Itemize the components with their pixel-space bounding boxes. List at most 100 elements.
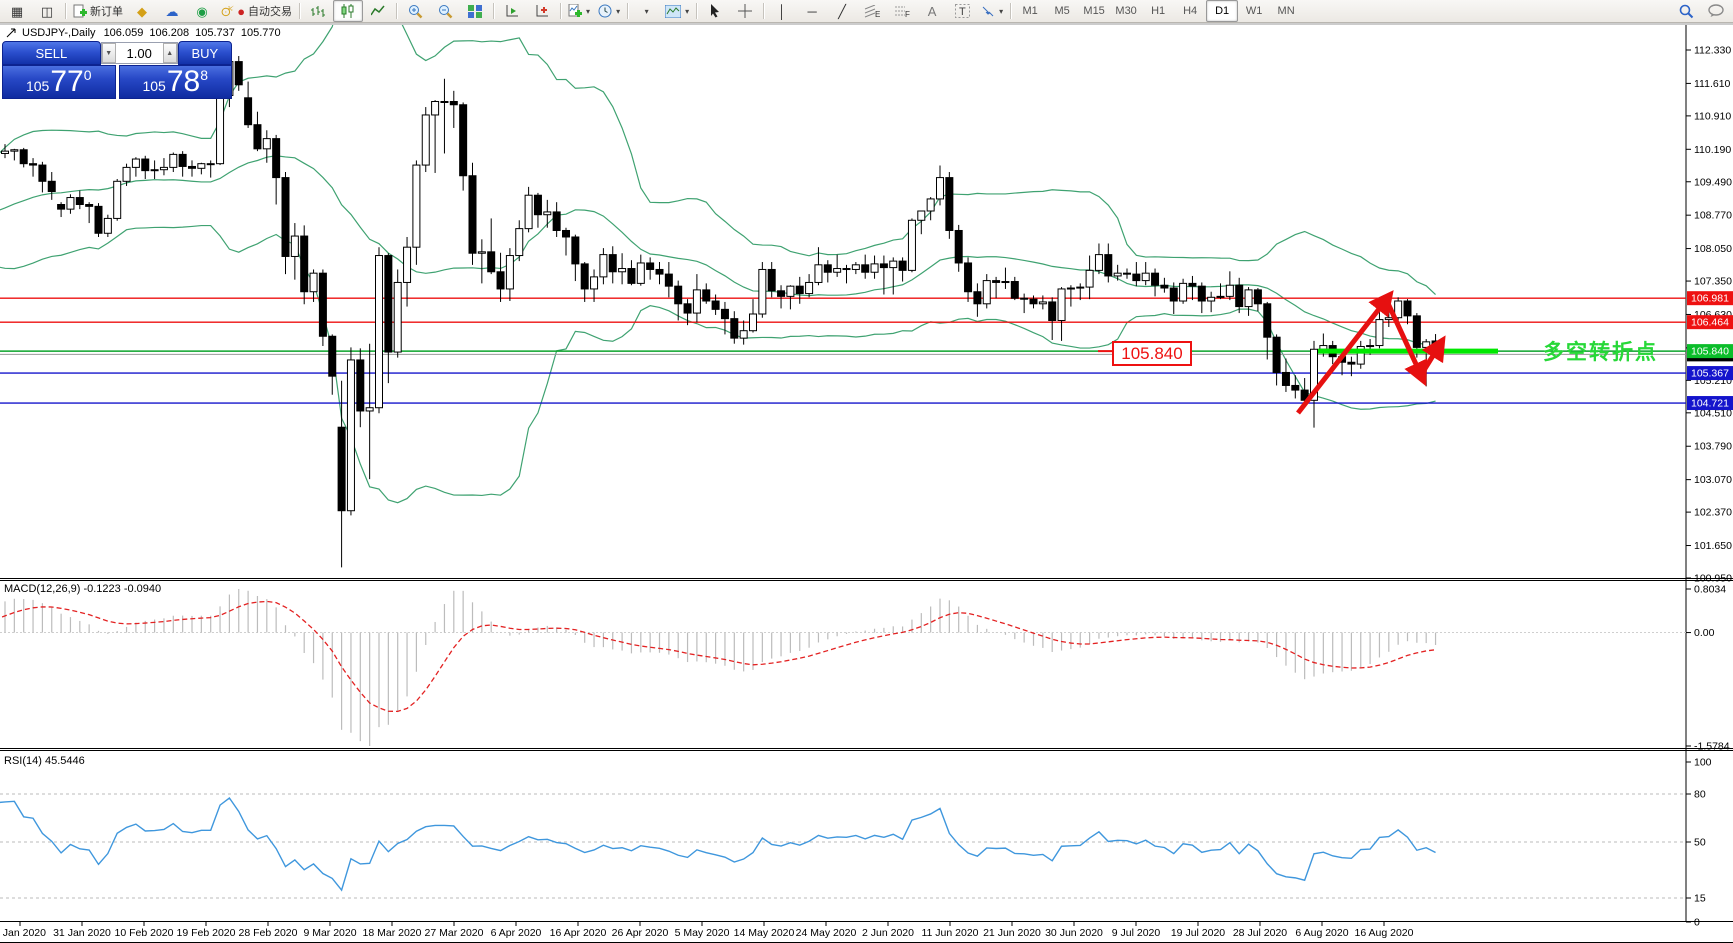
periods-button[interactable]: ▾	[594, 0, 624, 22]
signals-button[interactable]: ◉	[187, 0, 217, 22]
candle-bear	[1029, 298, 1038, 305]
timeframe-m1[interactable]: M1	[1014, 0, 1046, 22]
candle-bull	[1216, 295, 1225, 298]
candle-bear	[702, 289, 711, 302]
candlestick-chart-button[interactable]	[333, 0, 364, 22]
search-icon	[1679, 4, 1693, 18]
candle-bull	[1038, 301, 1047, 305]
price-level-callout[interactable]: 105.840	[1112, 341, 1192, 366]
chat-button[interactable]	[1701, 0, 1731, 22]
templates-button[interactable]: ▾	[631, 0, 661, 22]
vertical-line-button[interactable]: │	[767, 0, 797, 22]
volume-up-button[interactable]: ▲	[162, 43, 177, 63]
candle-bear	[879, 263, 888, 269]
timeframe-h1[interactable]: H1	[1142, 0, 1174, 22]
candle-bear	[1132, 273, 1141, 282]
zoom-out-button[interactable]	[430, 0, 460, 22]
macd-scale-label: -1.5784	[1694, 741, 1730, 753]
main-toolbar: ▦ ◫ 新订单 ◆ ☁ ◉ 🜚 ● 自动交易 ▾ ▾ ▾ ▾ │ ─ ╱ E F…	[0, 0, 1733, 23]
algo-trading-button[interactable]: 🜚 ● 自动交易	[217, 0, 296, 22]
date-tick-label: 31 Jan 2020	[53, 927, 111, 939]
indicators-button[interactable]: ▾	[564, 0, 594, 22]
candle-bull	[403, 246, 412, 283]
timeframe-m30[interactable]: M30	[1110, 0, 1142, 22]
horizontal-line-button[interactable]: ─	[797, 0, 827, 22]
market-button[interactable]: ◆	[127, 0, 157, 22]
crosshair-button[interactable]	[730, 0, 760, 22]
candle-bull	[1422, 341, 1431, 348]
new-chart-button[interactable]: ▦	[2, 0, 32, 22]
one-click-trading-panel: SELL ▼ ▲ BUY 105 77 0 105 78 8	[2, 41, 232, 99]
chart-shift-button[interactable]	[527, 0, 557, 22]
candle-bear	[188, 165, 196, 169]
chart-canvas[interactable]: 112.330 111.610 110.910 110.190 109.490 108.7…	[0, 23, 1733, 943]
trendline-button[interactable]: ╱	[827, 0, 857, 22]
candle-bear	[234, 61, 243, 86]
timeframe-mn[interactable]: MN	[1270, 0, 1302, 22]
volume-down-button[interactable]: ▼	[101, 43, 116, 63]
candles	[1, 54, 1440, 568]
fibonacci-button[interactable]: E	[857, 0, 887, 22]
price-tick-label: 108.050	[1694, 243, 1732, 255]
chart-profiles-button[interactable]: ◫	[32, 0, 62, 22]
candle-bull	[131, 158, 140, 168]
sell-price-button[interactable]: 105 77 0	[2, 65, 116, 99]
cursor-button[interactable]	[700, 0, 730, 22]
date-tick-label: 19 Jul 2020	[1171, 927, 1225, 939]
price-tick-label: 112.330	[1694, 45, 1731, 57]
shapes-button[interactable]: ▾	[977, 0, 1007, 22]
indicator-window-button[interactable]: ▾	[661, 0, 693, 22]
candle-bull	[1, 150, 9, 154]
candle-bull	[1066, 287, 1075, 290]
timeframe-m15[interactable]: M15	[1078, 0, 1110, 22]
low-value: 105.737	[195, 27, 235, 39]
rsi-scale-label: 100	[1694, 757, 1712, 769]
signals-icon: ◉	[196, 3, 208, 19]
auto-scroll-button[interactable]	[497, 0, 527, 22]
candle-bull	[375, 255, 383, 409]
candle-bull	[440, 101, 449, 104]
candle-bear	[1151, 272, 1160, 286]
new-order-button[interactable]: 新订单	[69, 0, 127, 22]
text-button[interactable]: A	[917, 0, 947, 22]
zoom-in-button[interactable]	[400, 0, 430, 22]
candle-bear	[655, 268, 664, 275]
timeframe-m5[interactable]: M5	[1046, 0, 1078, 22]
buy-price-button[interactable]: 105 78 8	[118, 65, 232, 99]
label-icon: T	[954, 4, 970, 18]
date-tick-label: 28 Jul 2020	[1233, 927, 1287, 939]
candle-bear	[318, 272, 327, 337]
candle-bull	[851, 264, 860, 270]
date-tick-label: 9 Mar 2020	[303, 927, 356, 939]
tile-windows-button[interactable]	[460, 0, 490, 22]
candle-bull	[599, 254, 608, 278]
timeframe-d1[interactable]: D1	[1206, 0, 1239, 22]
candle-bull	[1225, 284, 1234, 297]
chart-shift-icon	[536, 4, 549, 16]
rsi-scale-label: 15	[1694, 893, 1706, 905]
candle-bear	[47, 180, 56, 193]
sell-button[interactable]: SELL	[2, 41, 101, 65]
macd-scale-label: 0.8034	[1694, 584, 1726, 596]
autotrade-stop-dot: ●	[237, 3, 246, 19]
bar-chart-icon	[311, 5, 326, 17]
channels-button[interactable]: F	[887, 0, 917, 22]
timeframe-h4[interactable]: H4	[1174, 0, 1206, 22]
candle-bear	[1104, 254, 1113, 277]
line-chart-button[interactable]	[363, 0, 393, 22]
volume-input[interactable]	[115, 43, 163, 63]
tile-windows-icon	[468, 4, 483, 18]
indicator-window-icon	[665, 4, 682, 18]
candle-bear	[1048, 301, 1057, 321]
candle-bear	[646, 262, 655, 270]
bar-chart-button[interactable]	[303, 0, 333, 22]
candle-bull	[393, 281, 402, 353]
buy-button[interactable]: BUY	[177, 41, 232, 65]
candle-bear	[711, 300, 720, 310]
search-button[interactable]	[1671, 0, 1701, 22]
community-button[interactable]: ☁	[157, 0, 187, 22]
turning-point-annotation[interactable]: 多空转折点	[1543, 336, 1658, 366]
timeframe-w1[interactable]: W1	[1238, 0, 1270, 22]
label-button[interactable]: T	[947, 0, 977, 22]
svg-text:E: E	[875, 10, 880, 18]
